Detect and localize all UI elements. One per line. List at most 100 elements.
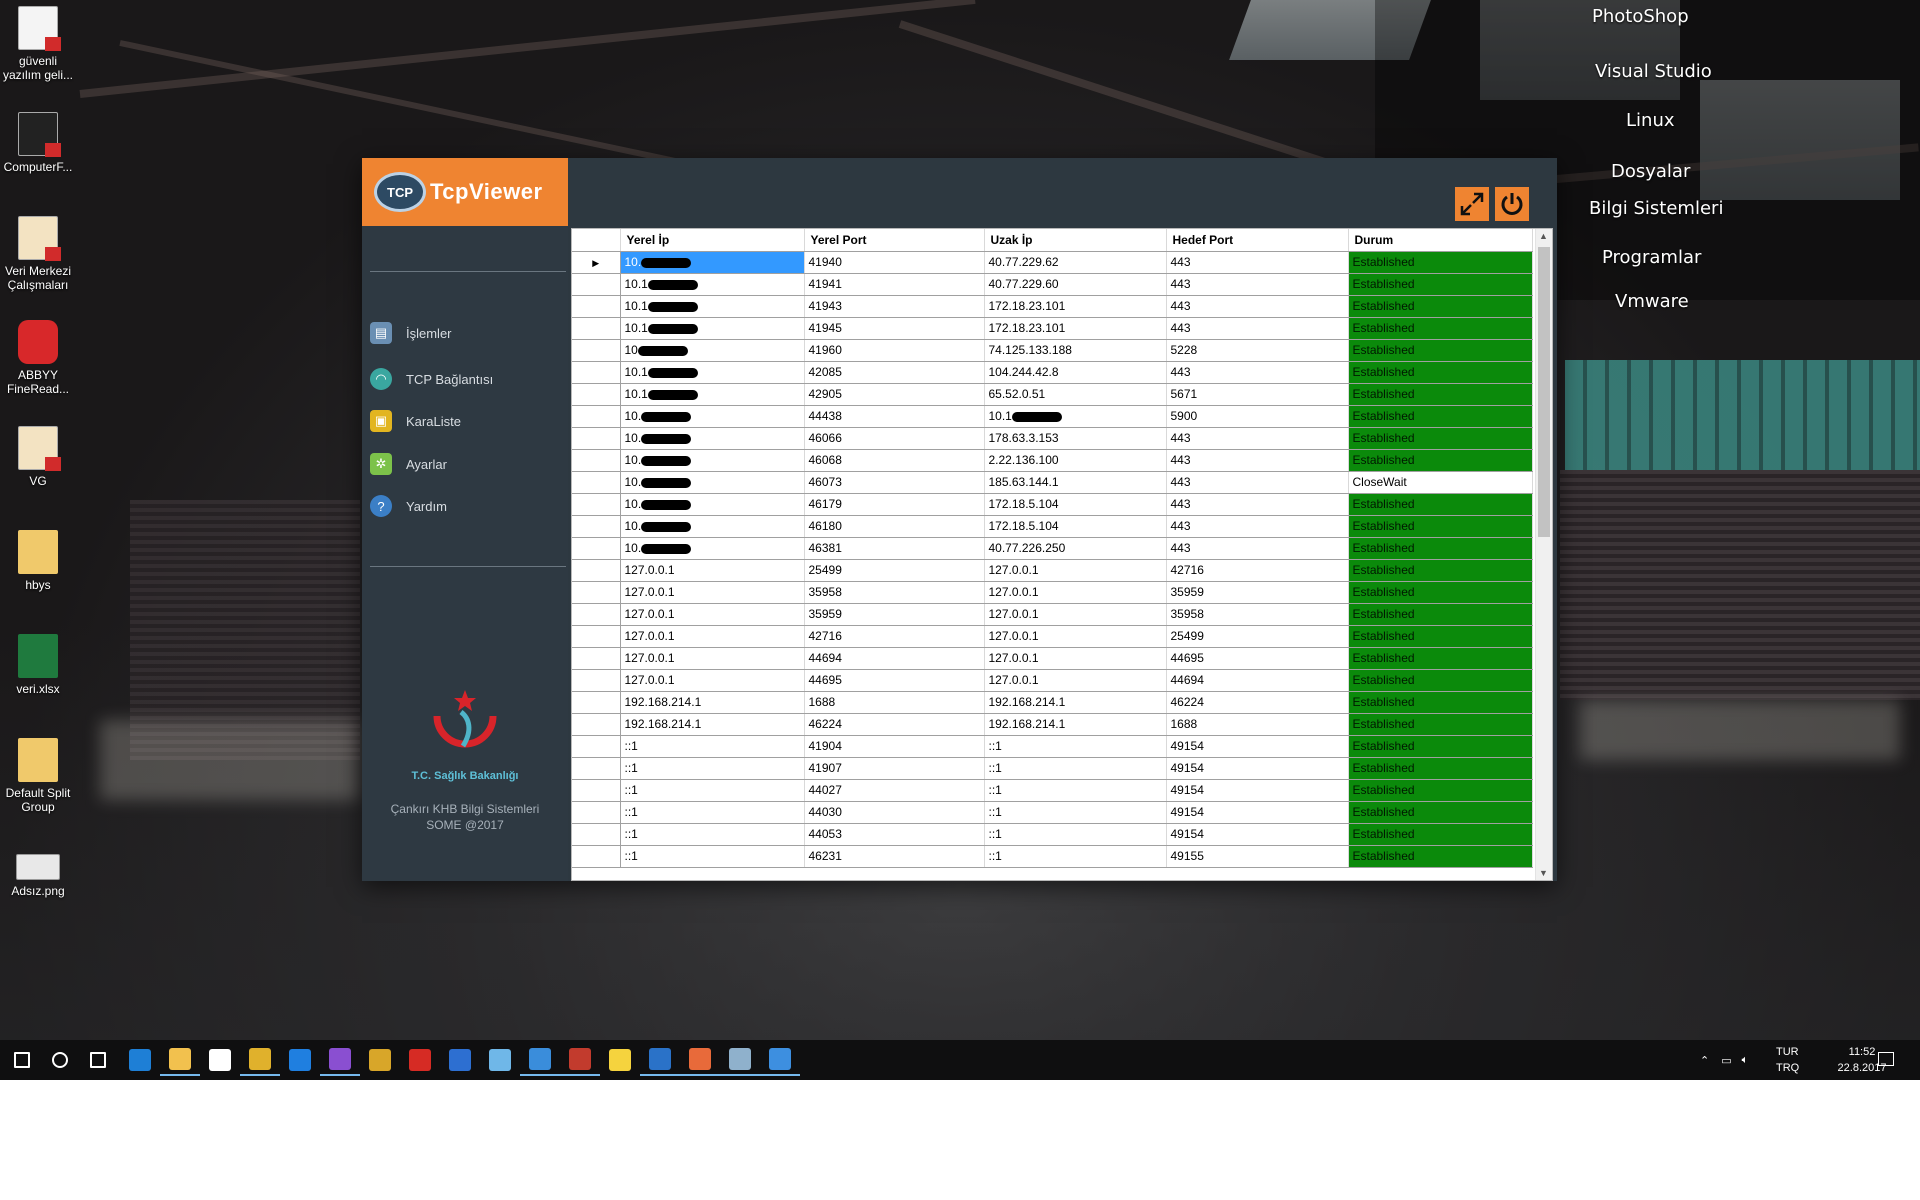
cell-remote-ip[interactable]: 172.18.23.101	[984, 295, 1167, 318]
cell-remote-port[interactable]: 443	[1166, 361, 1349, 384]
cell-local-port[interactable]: 46381	[804, 537, 985, 560]
cell-local-port[interactable]: 44027	[804, 779, 985, 802]
cell-status[interactable]: Established	[1348, 559, 1533, 582]
cell-remote-port[interactable]: 42716	[1166, 559, 1349, 582]
nav-item-karaliste[interactable]: ▣ KaraListe	[370, 404, 560, 438]
cell-local-port[interactable]: 41941	[804, 273, 985, 296]
cell-local-ip[interactable]: 192.168.214.1	[620, 713, 805, 736]
cell-remote-ip[interactable]: 127.0.0.1	[984, 669, 1167, 692]
cell-remote-port[interactable]: 5671	[1166, 383, 1349, 406]
cell-local-port[interactable]: 42905	[804, 383, 985, 406]
right-menu-bilgi-sistemleri[interactable]: Bilgi Sistemleri	[1589, 198, 1723, 219]
column-header-hedef-port[interactable]: Hedef Port	[1166, 229, 1349, 252]
table-row[interactable]: 10. 46066 178.63.3.153 443 Established	[572, 427, 1533, 450]
row-header[interactable]	[572, 845, 621, 868]
cell-status[interactable]: Established	[1348, 449, 1533, 472]
cell-remote-port[interactable]: 49154	[1166, 735, 1349, 758]
cell-local-port[interactable]: 1688	[804, 691, 985, 714]
cell-local-ip[interactable]: 10.1	[620, 317, 805, 340]
vertical-scrollbar[interactable]: ▲ ▼	[1535, 229, 1552, 880]
cell-remote-ip[interactable]: 65.52.0.51	[984, 383, 1167, 406]
cell-local-port[interactable]: 41943	[804, 295, 985, 318]
column-header-durum[interactable]: Durum	[1348, 229, 1533, 252]
row-header[interactable]	[572, 295, 621, 318]
cell-local-port[interactable]: 35958	[804, 581, 985, 604]
cell-remote-port[interactable]: 443	[1166, 493, 1349, 516]
table-row[interactable]: ::1 46231::1 49155 Established	[572, 845, 1533, 868]
table-row[interactable]: 192.168.214.1 1688 192.168.214.1 46224 Estab…	[572, 691, 1533, 714]
cell-remote-ip[interactable]: 10.1	[984, 405, 1167, 428]
cell-status[interactable]: Established	[1348, 405, 1533, 428]
taskbar-button[interactable]	[600, 1044, 640, 1076]
cell-status[interactable]: Established	[1348, 735, 1533, 758]
row-header[interactable]	[572, 735, 621, 758]
cell-remote-port[interactable]: 443	[1166, 295, 1349, 318]
table-row[interactable]: 127.0.0.1 35958 127.0.0.1 35959 Established	[572, 581, 1533, 604]
cell-remote-port[interactable]: 443	[1166, 251, 1349, 274]
cell-remote-port[interactable]: 49154	[1166, 757, 1349, 780]
cell-remote-port[interactable]: 35958	[1166, 603, 1349, 626]
cell-local-port[interactable]: 41940	[804, 251, 985, 274]
row-header[interactable]	[572, 361, 621, 384]
taskbar-button[interactable]	[280, 1044, 320, 1076]
row-header[interactable]	[572, 317, 621, 340]
cell-local-ip[interactable]: 10.	[620, 427, 805, 450]
cell-remote-ip[interactable]: 172.18.23.101	[984, 317, 1167, 340]
cell-remote-port[interactable]: 443	[1166, 537, 1349, 560]
cell-remote-port[interactable]: 49155	[1166, 845, 1349, 868]
cell-local-port[interactable]: 44694	[804, 647, 985, 670]
cell-local-ip[interactable]: 127.0.0.1	[620, 647, 805, 670]
column-header-yerel-port[interactable]: Yerel Port	[804, 229, 985, 252]
nav-item-tcp-baglantisi[interactable]: ◠ TCP Bağlantısı	[370, 362, 560, 396]
taskbar-button[interactable]	[78, 1044, 118, 1076]
cell-local-ip[interactable]: ::1	[620, 735, 805, 758]
nav-item-yardim[interactable]: ? Yardım	[370, 489, 560, 523]
desktop-icon-computerf[interactable]: ComputerF...	[0, 112, 76, 174]
table-row[interactable]: 127.0.0.1 44695 127.0.0.1 44694 Established	[572, 669, 1533, 692]
row-header[interactable]	[572, 647, 621, 670]
cell-local-port[interactable]: 46179	[804, 493, 985, 516]
cell-local-ip[interactable]: ::1	[620, 757, 805, 780]
cell-status[interactable]: Established	[1348, 845, 1533, 868]
cell-remote-port[interactable]: 49154	[1166, 779, 1349, 802]
cell-remote-ip[interactable]: 127.0.0.1	[984, 559, 1167, 582]
scrollbar-thumb[interactable]	[1538, 247, 1550, 537]
table-row[interactable]: ::1 44030::1 49154 Established	[572, 801, 1533, 824]
desktop-icon-hbys[interactable]: hbys	[0, 530, 76, 592]
nav-item-islemler[interactable]: ▤ İşlemler	[370, 316, 560, 350]
row-header[interactable]	[572, 823, 621, 846]
cell-remote-port[interactable]: 44694	[1166, 669, 1349, 692]
cell-local-port[interactable]: 44438	[804, 405, 985, 428]
taskbar-button[interactable]	[720, 1044, 760, 1076]
cell-status[interactable]: CloseWait	[1348, 471, 1533, 494]
cell-status[interactable]: Established	[1348, 581, 1533, 604]
cell-status[interactable]: Established	[1348, 427, 1533, 450]
cell-status[interactable]: Established	[1348, 383, 1533, 406]
row-header[interactable]	[572, 713, 621, 736]
desktop-icon-default-split-group[interactable]: Default Split Group	[0, 738, 76, 814]
cell-status[interactable]: Established	[1348, 691, 1533, 714]
cell-status[interactable]: Established	[1348, 493, 1533, 516]
taskbar-button[interactable]	[2, 1044, 42, 1076]
cell-local-ip[interactable]: 10.1	[620, 295, 805, 318]
cell-status[interactable]: Established	[1348, 625, 1533, 648]
cell-local-ip[interactable]: 10.	[620, 493, 805, 516]
row-header[interactable]	[572, 537, 621, 560]
right-menu-programlar[interactable]: Programlar	[1602, 247, 1701, 268]
taskbar-button[interactable]	[680, 1044, 720, 1076]
cell-local-ip[interactable]: 127.0.0.1	[620, 625, 805, 648]
desktop-icon-veri-merkezi[interactable]: Veri Merkezi Çalışmaları	[0, 216, 76, 292]
table-row[interactable]: ::1 41907::1 49154 Established	[572, 757, 1533, 780]
row-header[interactable]	[572, 757, 621, 780]
cell-local-port[interactable]: 46073	[804, 471, 985, 494]
cell-status[interactable]: Established	[1348, 317, 1533, 340]
nav-item-ayarlar[interactable]: ✲ Ayarlar	[370, 447, 560, 481]
cell-remote-ip[interactable]: 185.63.144.1	[984, 471, 1167, 494]
cell-status[interactable]: Established	[1348, 361, 1533, 384]
table-row[interactable]: 10. 46068 2.22.136.100 443 Established	[572, 449, 1533, 472]
cell-remote-port[interactable]: 5228	[1166, 339, 1349, 362]
cell-status[interactable]: Established	[1348, 273, 1533, 296]
cell-status[interactable]: Established	[1348, 537, 1533, 560]
cell-remote-ip[interactable]: 172.18.5.104	[984, 493, 1167, 516]
table-row[interactable]: ▶ 10. 41940 40.77.229.62 443 Established	[572, 251, 1533, 274]
